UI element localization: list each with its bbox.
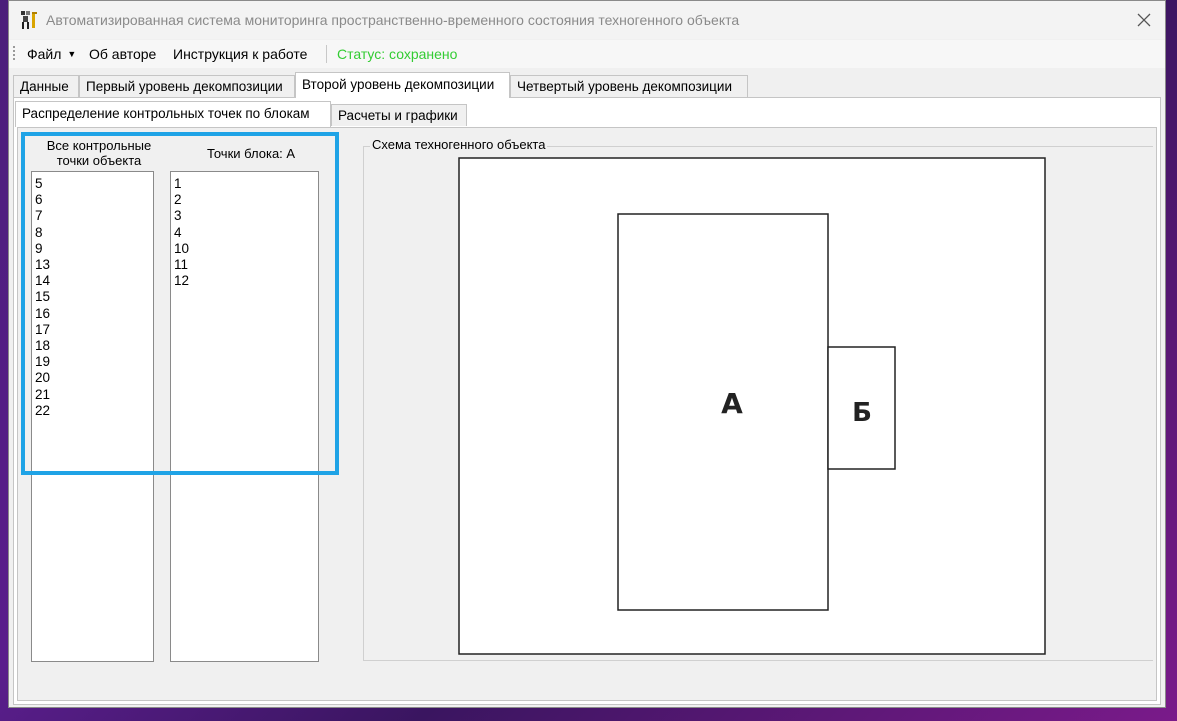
block-b-label: Б [852,398,872,428]
window-title: Автоматизированная система мониторинга п… [46,12,740,28]
list-item[interactable]: 12 [174,273,318,289]
menu-manual[interactable]: Инструкция к работе [173,46,307,62]
app-window: Автоматизированная система мониторинга п… [8,0,1166,708]
list-item[interactable]: 22 [35,403,153,419]
list-item[interactable]: 3 [174,208,318,224]
list-item[interactable]: 20 [35,370,153,386]
list-item[interactable]: 15 [35,289,153,305]
block-points-list[interactable]: 1 2 3 4 10 11 12 [170,171,319,662]
all-points-list[interactable]: 5 6 7 8 9 13 14 15 16 17 18 19 20 21 22 [31,171,154,662]
scheme-title: Схема техногенного объекта [370,137,548,152]
toolbar-grip [13,46,15,62]
list-item[interactable]: 6 [35,192,153,208]
tab-calculations[interactable]: Расчеты и графики [331,104,467,126]
status-text: Статус: сохранено [337,46,458,62]
object-scheme: А Б [458,157,1046,655]
menu-about[interactable]: Об авторе [89,46,156,62]
close-icon [1137,13,1151,27]
list-item[interactable]: 10 [174,241,318,257]
title-bar: Автоматизированная система мониторинга п… [9,1,1165,39]
close-button[interactable] [1123,1,1165,39]
tab-level-2[interactable]: Второй уровень декомпозиции [295,72,510,98]
list-item[interactable]: 2 [174,192,318,208]
tab-level-1[interactable]: Первый уровень декомпозиции [79,75,295,97]
tab-data[interactable]: Данные [13,75,79,97]
list-item[interactable]: 14 [35,273,153,289]
list-item[interactable]: 18 [35,338,153,354]
app-icon [21,11,37,29]
menu-separator [326,45,327,63]
list-item[interactable]: 8 [35,225,153,241]
list-item[interactable]: 17 [35,322,153,338]
block-points-header: Точки блока: А [206,146,296,161]
list-item[interactable]: 13 [35,257,153,273]
list-item[interactable]: 5 [35,176,153,192]
block-a-label: А [721,387,743,420]
list-item[interactable]: 1 [174,176,318,192]
tab-points-distribution[interactable]: Распределение контрольных точек по блока… [15,101,331,127]
list-item[interactable]: 7 [35,208,153,224]
list-item[interactable]: 11 [174,257,318,273]
all-points-header: Все контрольные точки объекта [46,138,152,168]
tab-level-4[interactable]: Четвертый уровень декомпозиции [510,75,748,97]
list-item[interactable]: 21 [35,387,153,403]
list-item[interactable]: 19 [35,354,153,370]
menu-file[interactable]: Файл ▼ [27,46,76,62]
list-item[interactable]: 16 [35,306,153,322]
list-item[interactable]: 9 [35,241,153,257]
list-item[interactable]: 4 [174,225,318,241]
menu-bar: Файл ▼ Об авторе Инструкция к работе Стат… [9,40,1165,68]
chevron-down-icon: ▼ [67,49,77,59]
